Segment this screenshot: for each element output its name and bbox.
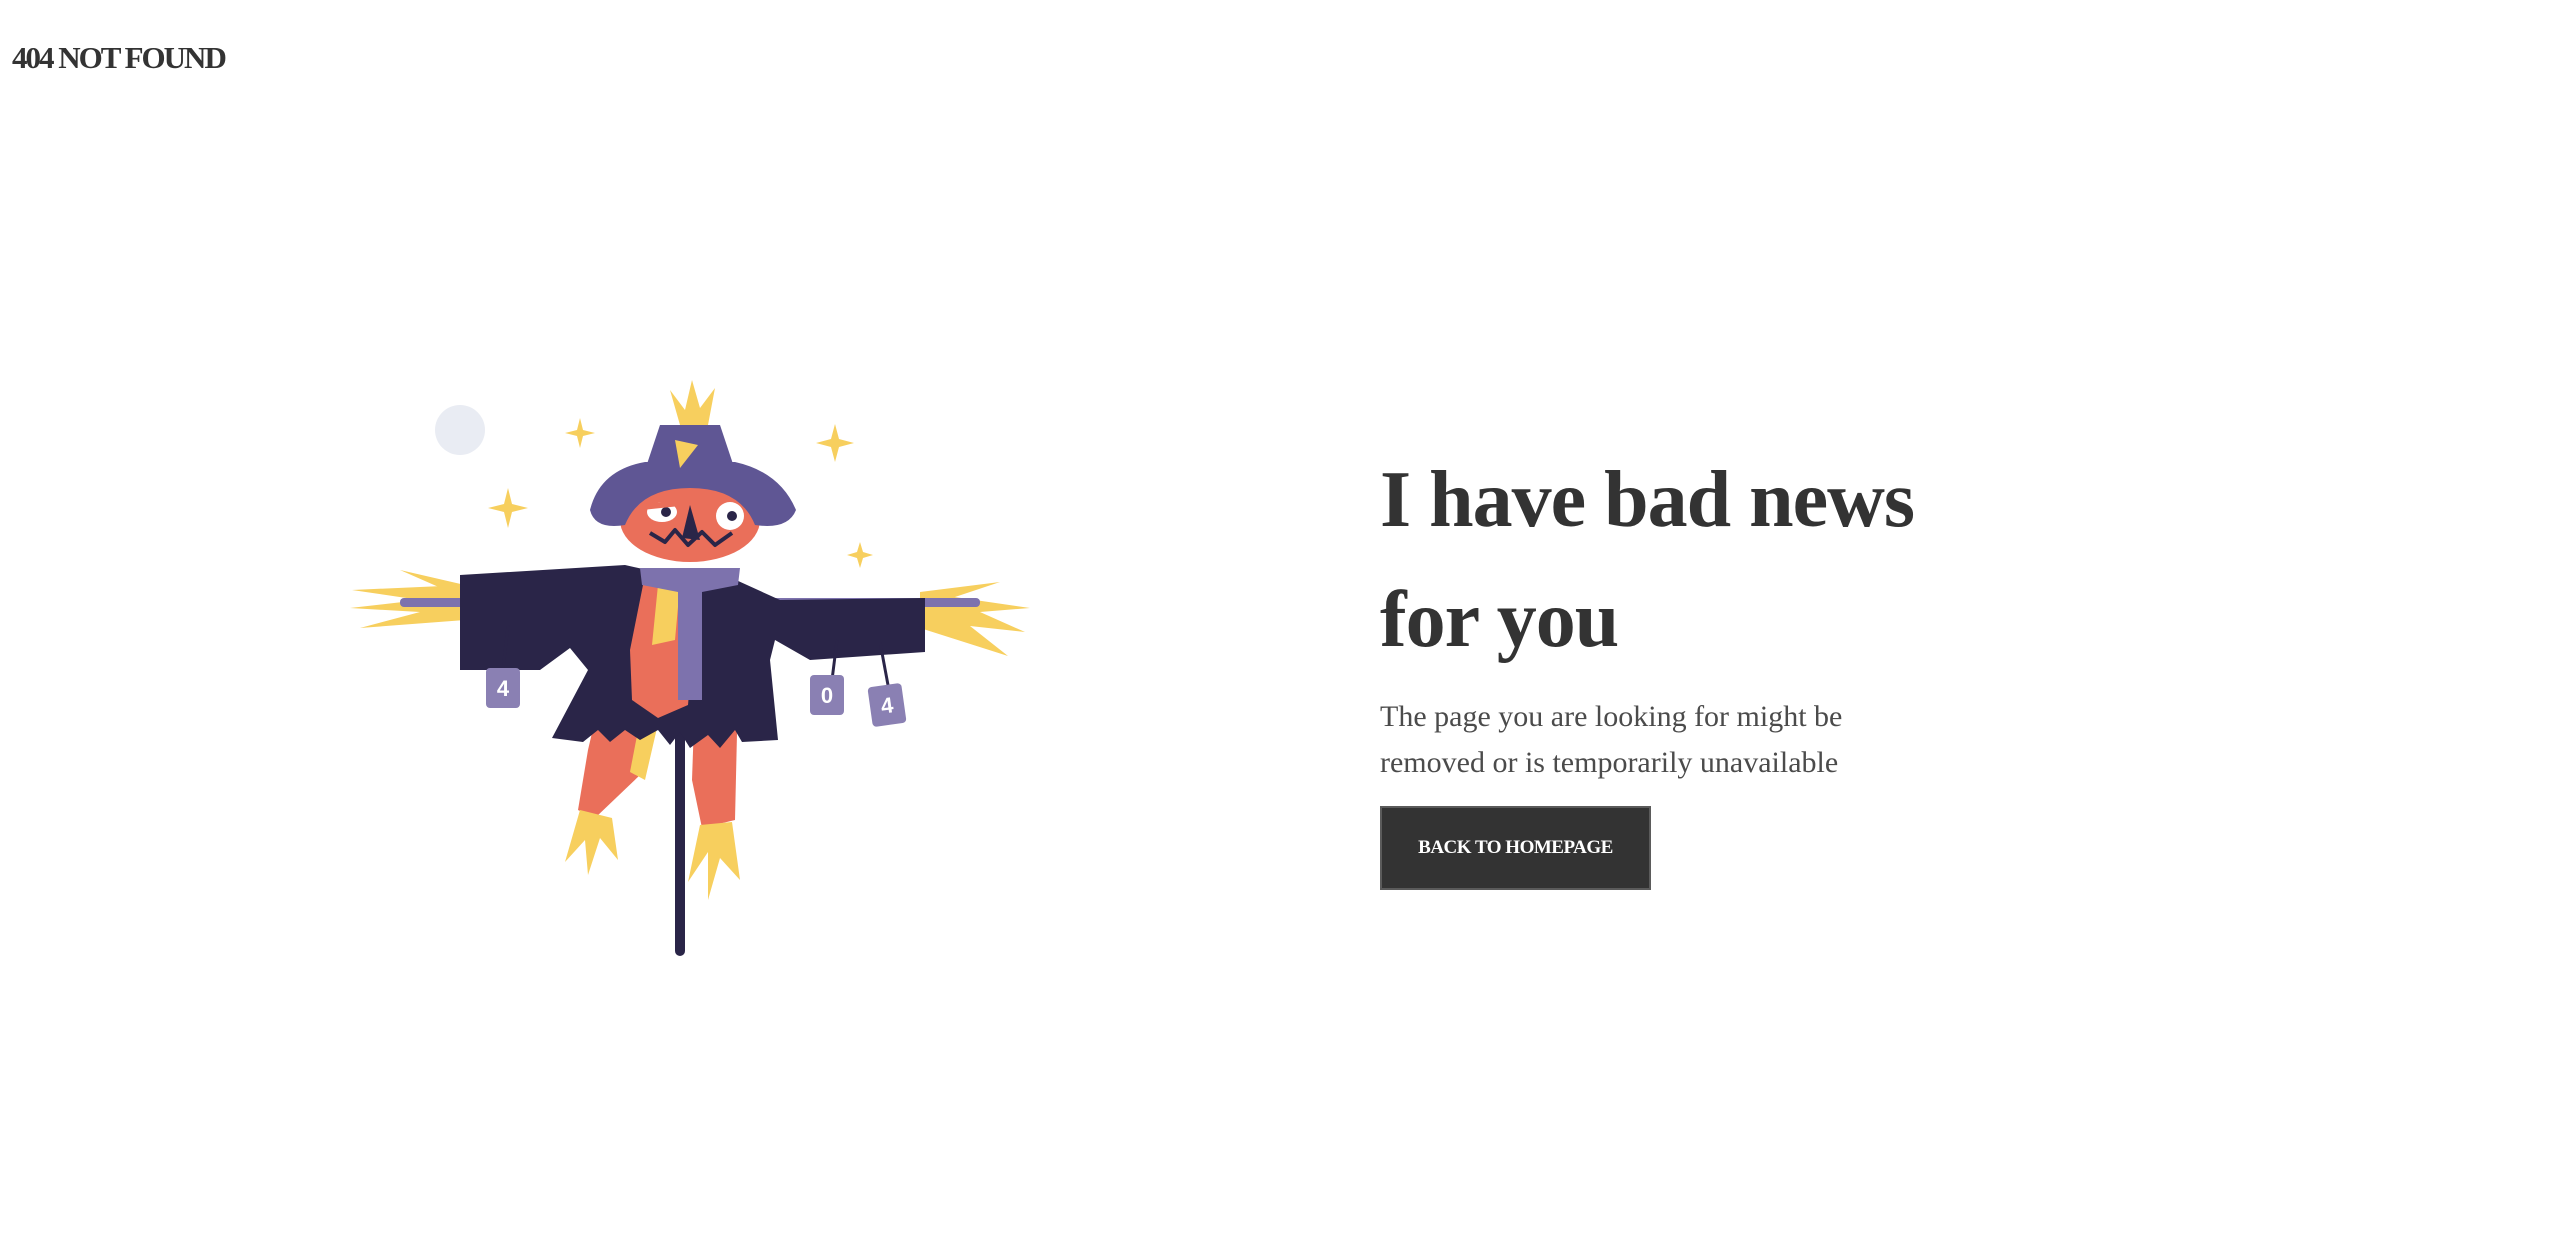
back-to-homepage-button[interactable]: BACK TO HOMEPAGE [1380,806,1651,890]
heading-line-2: for you [1380,576,1619,664]
heading-line-1: I have bad news [1380,456,1915,544]
hat-straw [670,380,715,425]
page-subtext: The page you are looking for might be re… [1380,694,1850,786]
can-label-1: 4 [497,676,510,701]
moon-icon [435,405,485,455]
right-straw-hand [920,582,1030,656]
subtext-line-1: The page you are looking for might be [1380,700,1843,733]
message-section: I have bad news for you The page you are… [1380,440,2080,890]
subtext-line-2: removed or is temporarily unavailable [1380,746,1839,779]
scarecrow-illustration: 4 0 4 [350,380,1030,956]
can-label-2: 0 [821,683,833,708]
site-logo[interactable]: 404 NOT FOUND [12,42,227,73]
page-heading: I have bad news for you [1380,440,2080,680]
